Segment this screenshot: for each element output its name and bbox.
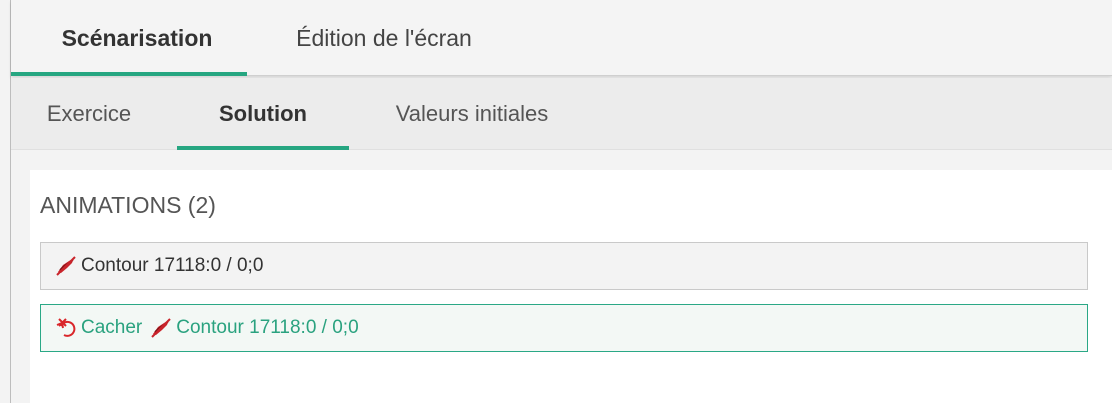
animations-title: ANIMATIONS (2): [40, 192, 216, 218]
animation-item-selected[interactable]: Cacher Contour 17118:0 / 0;0: [40, 304, 1088, 352]
action-label: Cacher: [81, 317, 143, 338]
animation-item[interactable]: Contour 17118:0 / 0;0: [40, 242, 1088, 290]
animation-item-text: Contour 17118:0 / 0;0: [176, 317, 359, 338]
animation-item-text: Contour 17118:0 / 0;0: [81, 255, 264, 276]
tab-solution[interactable]: Solution: [177, 78, 349, 150]
tab-edition-ecran[interactable]: Édition de l'écran: [259, 0, 509, 76]
app-frame: Scénarisation Édition de l'écran Exercic…: [0, 0, 1112, 403]
tab-scenarisation[interactable]: Scénarisation: [11, 0, 247, 76]
tab-solution-label: Solution: [219, 101, 307, 126]
tab-scenarisation-label: Scénarisation: [61, 24, 213, 51]
tab-valeurs-initiales[interactable]: Valeurs initiales: [367, 78, 577, 150]
contour-brush-icon: [150, 317, 172, 339]
contour-brush-icon: [55, 255, 77, 277]
tab-exercice-label: Exercice: [46, 101, 132, 126]
animations-panel: ANIMATIONS (2) Contour 17118:0 / 0;0 Cac…: [30, 170, 1112, 403]
hide-undo-icon: [55, 317, 77, 339]
tab-edition-ecran-label: Édition de l'écran: [296, 24, 472, 51]
tab-valeurs-initiales-label: Valeurs initiales: [395, 101, 549, 126]
sub-tab-bar: Exercice Solution Valeurs initiales: [11, 78, 1112, 150]
tab-exercice[interactable]: Exercice: [27, 78, 151, 150]
top-tab-bar: Scénarisation Édition de l'écran: [11, 0, 1112, 76]
